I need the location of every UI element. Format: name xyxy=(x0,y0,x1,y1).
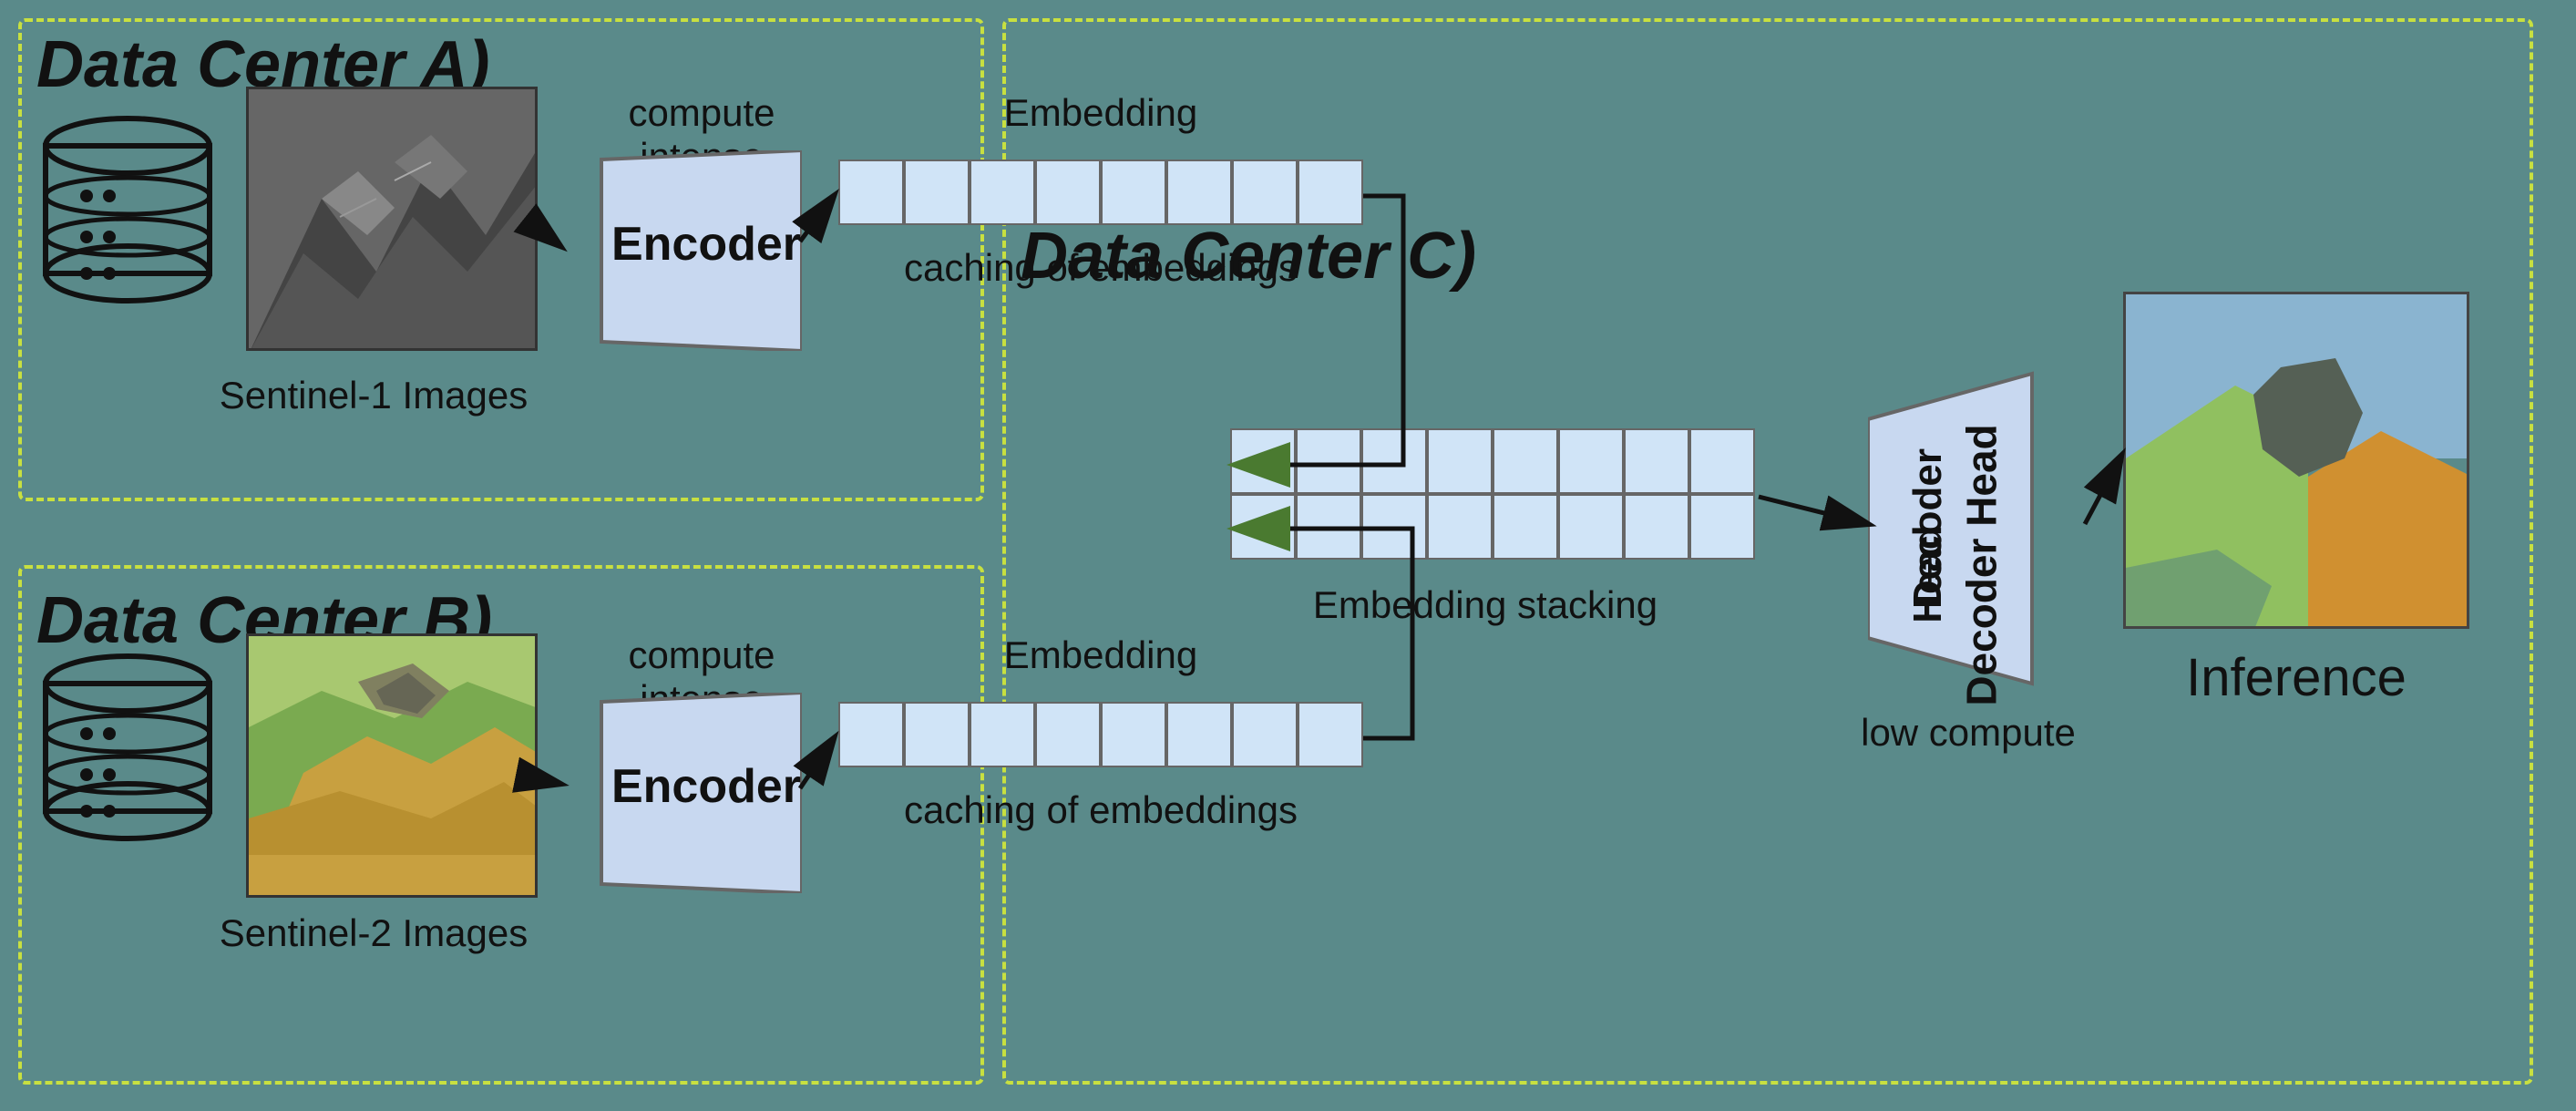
svg-text:Encoder: Encoder xyxy=(611,760,801,813)
emb-cell-b5 xyxy=(1101,702,1166,767)
sentinel2-image xyxy=(246,633,538,898)
grid-cell-10 xyxy=(1296,494,1361,560)
emb-cell-b4 xyxy=(1035,702,1101,767)
diagram-container: Data Center A) Data Center B) Data Cente… xyxy=(0,0,2576,1111)
emb-cell-a1 xyxy=(838,159,904,225)
caching-label-b: caching of embeddings xyxy=(838,788,1363,832)
grid-cell-5 xyxy=(1493,428,1558,494)
grid-cell-16 xyxy=(1689,494,1755,560)
grid-cell-2 xyxy=(1296,428,1361,494)
database-icon-a xyxy=(36,109,219,310)
emb-cell-b2 xyxy=(904,702,970,767)
grid-cell-15 xyxy=(1624,494,1689,560)
emb-cell-b7 xyxy=(1232,702,1298,767)
grid-cell-11 xyxy=(1361,494,1427,560)
grid-cell-7 xyxy=(1624,428,1689,494)
svg-text:Encoder: Encoder xyxy=(611,218,801,271)
decoder-text: Decoder Head xyxy=(1877,410,2087,720)
emb-cell-b1 xyxy=(838,702,904,767)
sentinel1-image xyxy=(246,87,538,351)
emb-cell-a6 xyxy=(1166,159,1232,225)
database-icon-b xyxy=(36,647,219,848)
grid-cell-14 xyxy=(1558,494,1624,560)
embedding-stacking-label: Embedding stacking xyxy=(1203,583,1768,627)
emb-cell-a2 xyxy=(904,159,970,225)
encoder-shape-b: Encoder xyxy=(547,693,802,893)
embedding-label-a: Embedding xyxy=(838,91,1363,135)
grid-cell-9 xyxy=(1230,494,1296,560)
inference-image xyxy=(2123,292,2469,629)
emb-cell-a5 xyxy=(1101,159,1166,225)
emb-cell-b3 xyxy=(970,702,1035,767)
embedding-strip-a xyxy=(838,159,1363,225)
grid-cell-3 xyxy=(1361,428,1427,494)
grid-cell-4 xyxy=(1427,428,1493,494)
caching-label-a: caching of embeddings xyxy=(838,246,1363,290)
embedding-strip-b xyxy=(838,702,1363,767)
embedding-stacking-grid xyxy=(1230,428,1755,560)
encoder-shape-a: Encoder xyxy=(547,150,802,351)
emb-cell-a3 xyxy=(970,159,1035,225)
grid-cell-8 xyxy=(1689,428,1755,494)
emb-cell-a4 xyxy=(1035,159,1101,225)
inference-label: Inference xyxy=(2123,647,2469,708)
emb-cell-b6 xyxy=(1166,702,1232,767)
grid-cell-12 xyxy=(1427,494,1493,560)
emb-cell-b8 xyxy=(1298,702,1363,767)
embedding-label-b: Embedding xyxy=(838,633,1363,677)
emb-cell-a8 xyxy=(1298,159,1363,225)
grid-cell-6 xyxy=(1558,428,1624,494)
grid-cell-1 xyxy=(1230,428,1296,494)
low-compute-label: low compute xyxy=(1859,711,2078,755)
emb-cell-a7 xyxy=(1232,159,1298,225)
sentinel2-label: Sentinel-2 Images xyxy=(210,911,538,955)
grid-cell-13 xyxy=(1493,494,1558,560)
sentinel1-label: Sentinel-1 Images xyxy=(210,374,538,417)
